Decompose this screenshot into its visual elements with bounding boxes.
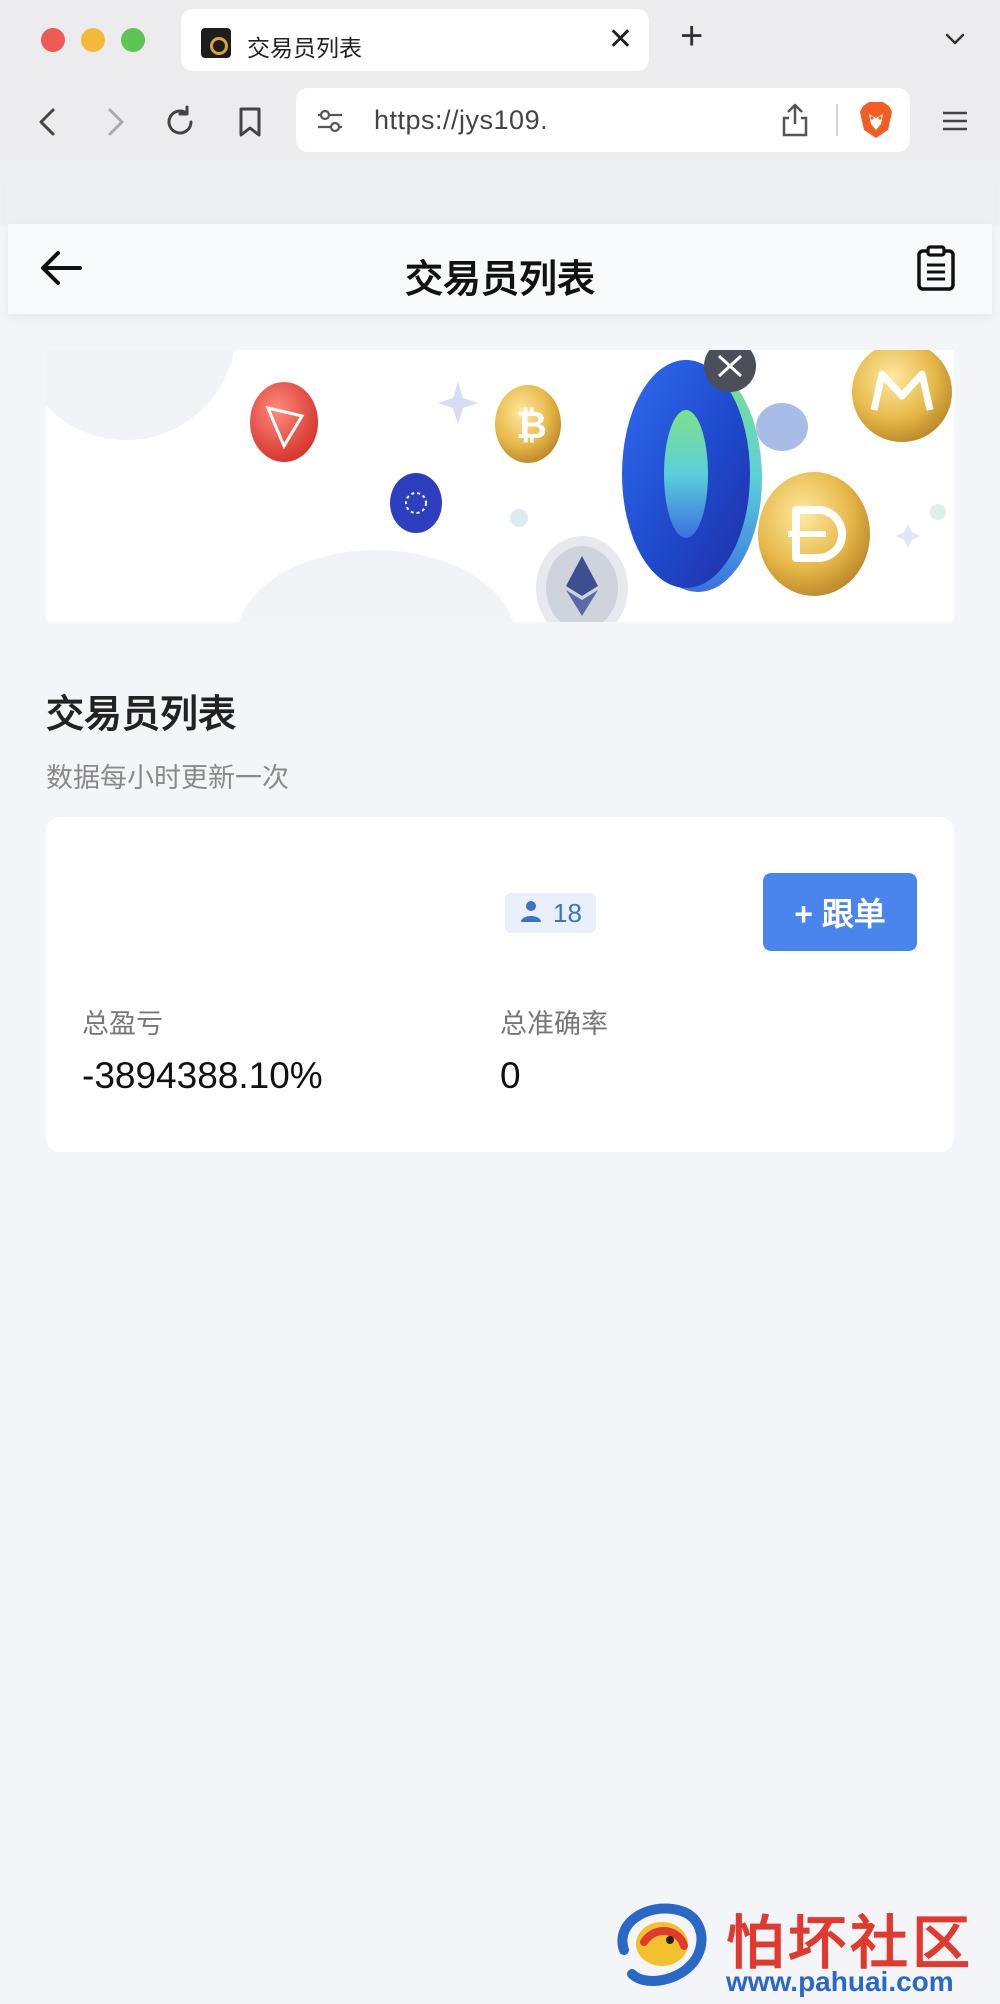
address-bar[interactable]: https://jys109. (296, 88, 910, 152)
watermark: 怕坏社区 www.pahuai.com (604, 1890, 994, 2002)
page-header: 交易员列表 (8, 224, 992, 314)
bookmark-icon[interactable] (230, 102, 270, 142)
section-subtitle: 数据每小时更新一次 (46, 763, 289, 793)
trader-card[interactable]: 18 + 跟单 总盈亏 -3894388.10% 总准确率 0 (46, 817, 954, 1152)
promo-banner: ₿ (46, 350, 954, 622)
tab-title: 交易员列表 (247, 35, 362, 61)
pnl-value: -3894388.10% (82, 1055, 323, 1096)
window-close-button[interactable] (41, 28, 65, 52)
clipboard-icon[interactable] (914, 244, 958, 297)
share-icon[interactable] (780, 102, 810, 143)
watermark-url: www.pahuai.com (726, 1966, 954, 1997)
reload-icon[interactable] (160, 102, 200, 142)
site-settings-icon[interactable] (316, 108, 344, 139)
site-favicon-icon (201, 28, 231, 58)
page-title: 交易员列表 (404, 259, 595, 301)
window-minimize-button[interactable] (81, 28, 105, 52)
user-icon (519, 899, 543, 928)
browser-forward-icon[interactable] (95, 102, 135, 142)
browser-menu-icon[interactable] (940, 106, 970, 141)
address-bar-divider (836, 104, 838, 136)
url-text[interactable]: https://jys109. (374, 105, 548, 136)
svg-text:₿: ₿ (516, 403, 547, 447)
crypto-coins-illustration: ₿ (46, 350, 952, 622)
tab-list-chevron-icon[interactable] (940, 24, 970, 59)
accuracy-label: 总准确率 (500, 1009, 608, 1039)
brave-lion-icon[interactable] (858, 100, 894, 145)
browser-tabbar: 交易员列表 ✕ + (0, 0, 1000, 80)
browser-back-icon[interactable] (28, 102, 68, 142)
accuracy-value: 0 (500, 1055, 521, 1096)
browser-tab-active[interactable]: 交易员列表 ✕ (181, 9, 649, 71)
follow-button[interactable]: + 跟单 (763, 873, 917, 951)
watermark-logo-icon (617, 1903, 707, 1986)
tron-coin-icon (250, 382, 318, 462)
tab-close-icon[interactable]: ✕ (608, 22, 633, 57)
section-title: 交易员列表 (46, 694, 237, 736)
bookmarks-bar (0, 160, 1000, 226)
followers-count: 18 (553, 897, 582, 928)
new-tab-button[interactable]: + (680, 14, 703, 59)
cardano-coin-icon (390, 473, 442, 533)
window-zoom-button[interactable] (121, 28, 145, 52)
pnl-label: 总盈亏 (82, 1009, 163, 1039)
followers-badge: 18 (505, 893, 596, 933)
